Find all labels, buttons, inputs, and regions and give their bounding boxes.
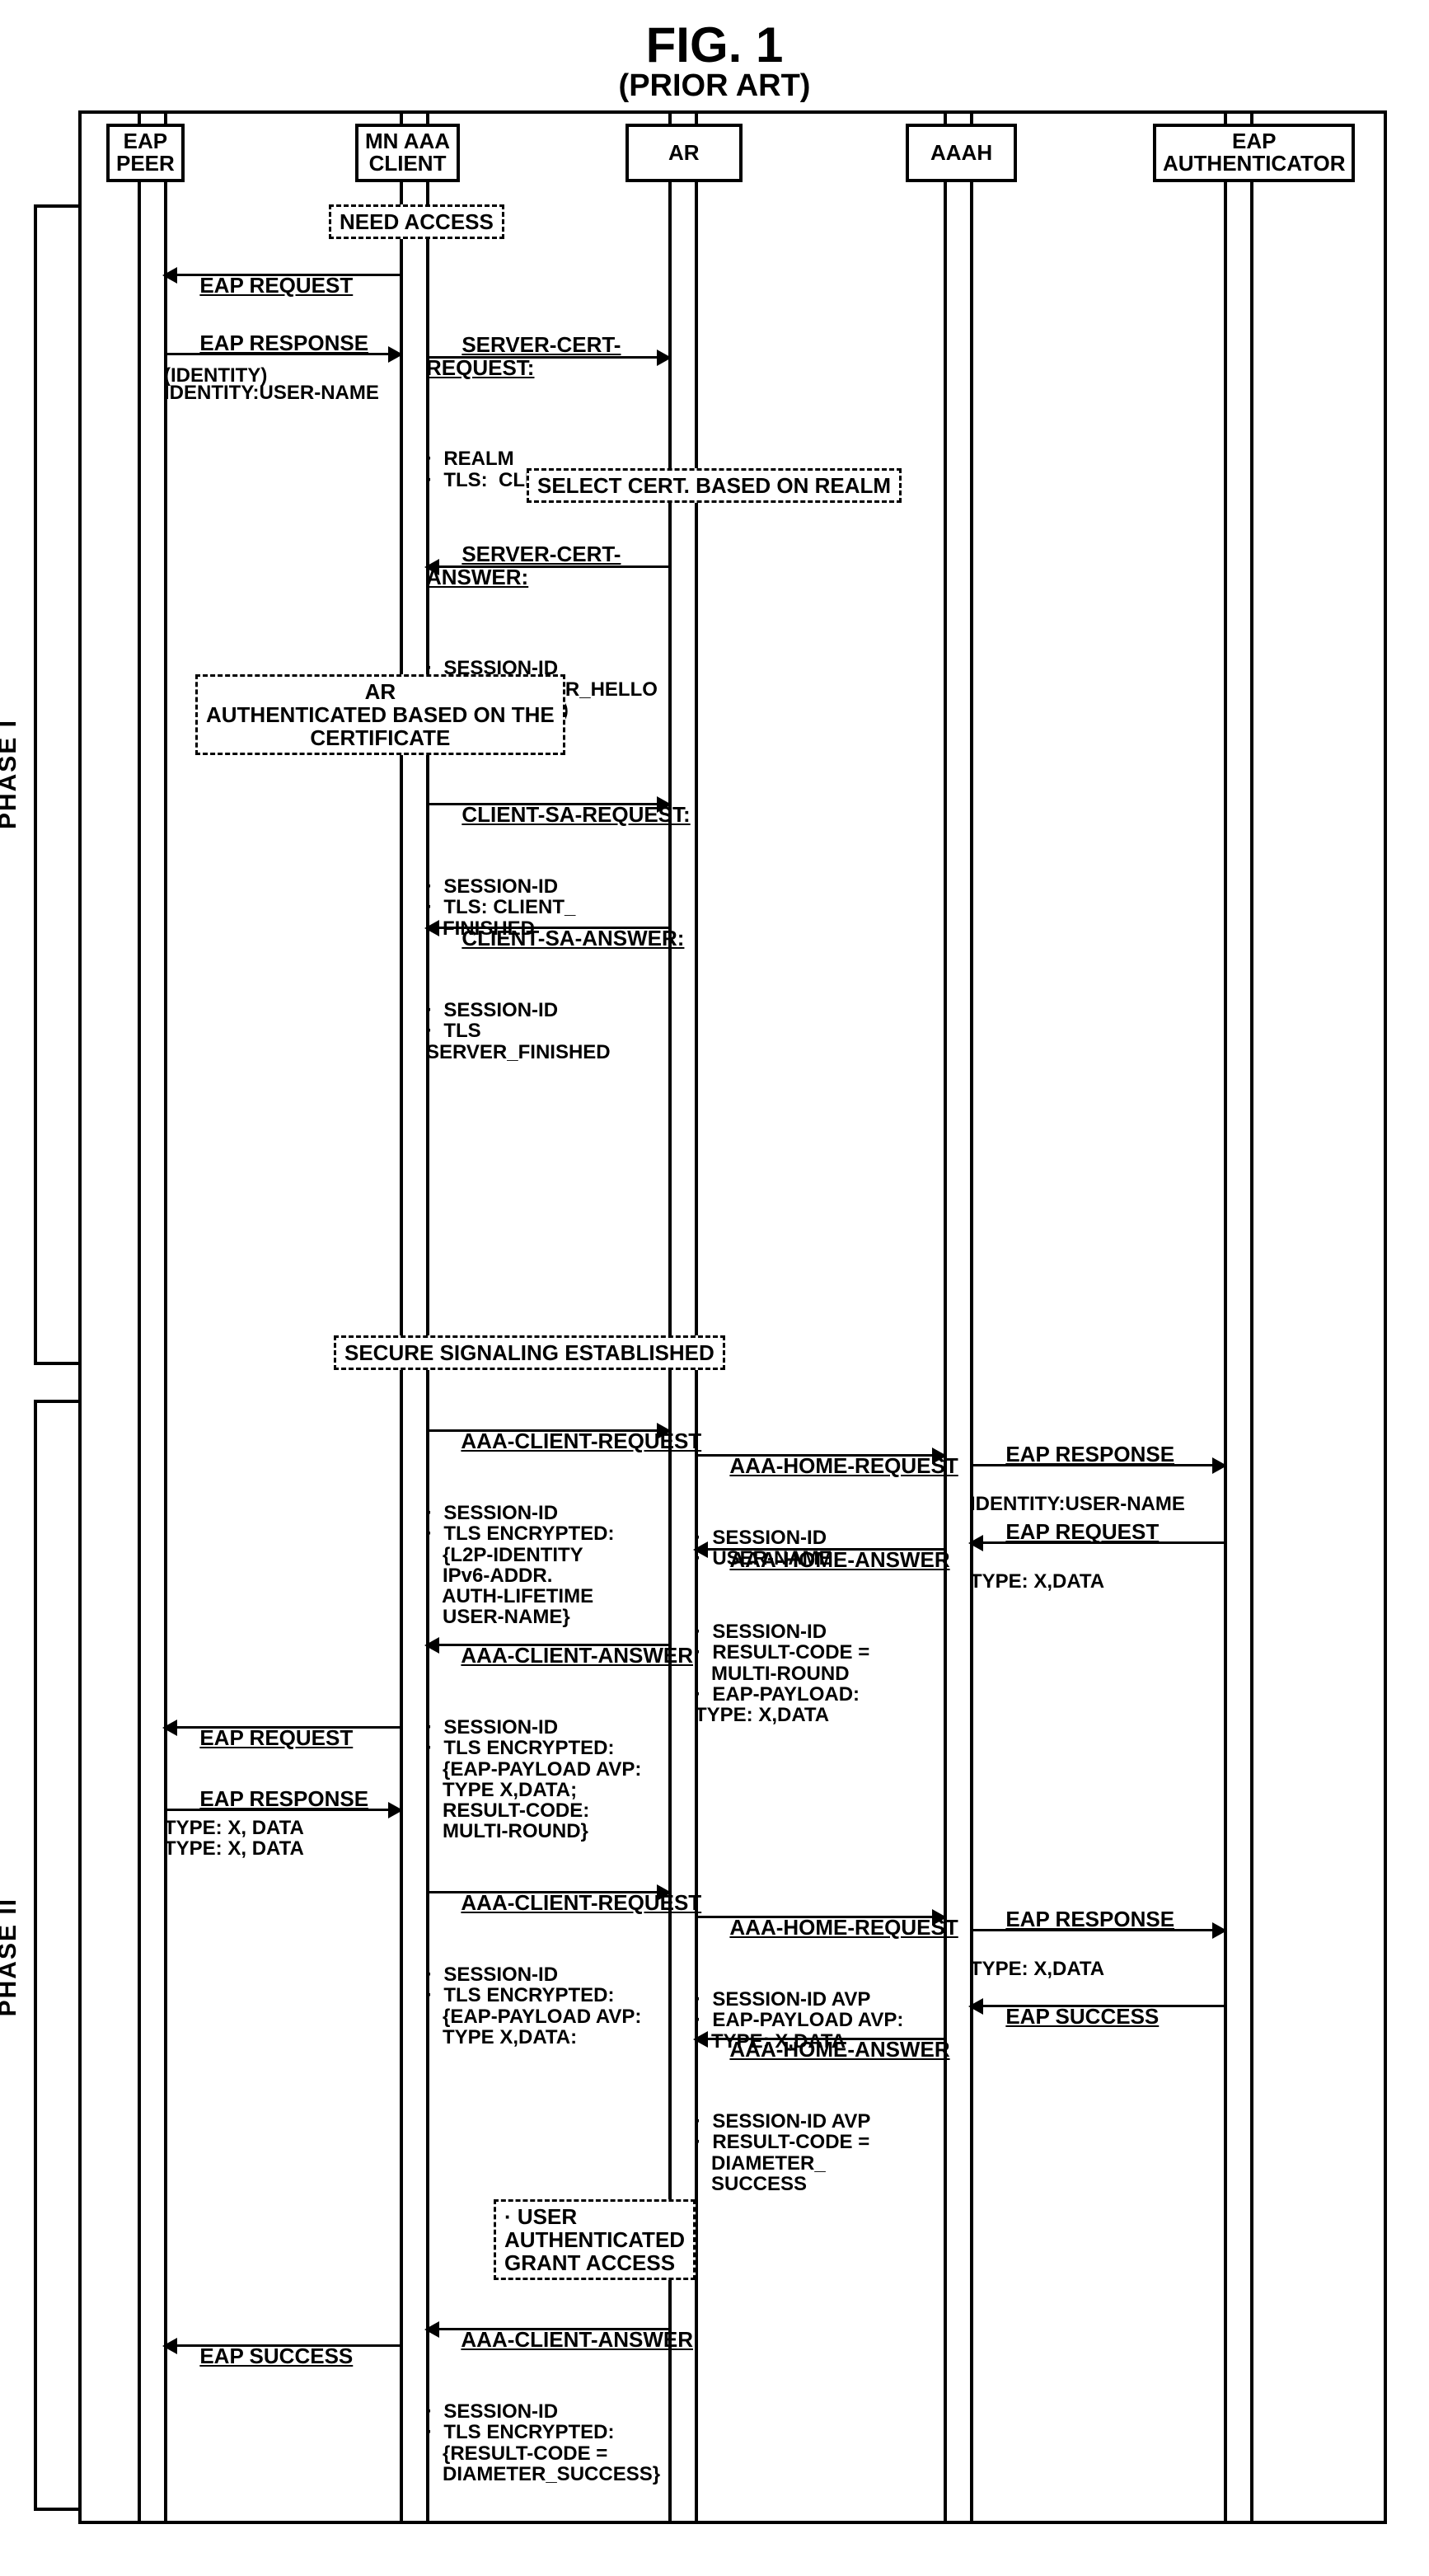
msg-eap-success-1: EAP SUCCESS <box>970 1983 1225 2073</box>
note-ar-authenticated: AR AUTHENTICATED BASED ON THE CERTIFICAT… <box>195 674 565 755</box>
note-user-authenticated: · USER AUTHENTICATED GRANT ACCESS <box>494 2199 696 2280</box>
phase-1-bracket: PHASE I <box>34 204 82 1365</box>
lifeline-mn-aaa-client <box>400 114 429 2521</box>
msg-eap-response-identity: EAP RESPONSE IDENTITY:USER-NAME <box>164 310 401 471</box>
phase-2-bracket: PHASE II <box>34 1400 82 2511</box>
msg-aaa-home-answer-2: AAA-HOME-ANSWER · SESSION-ID AVP · RESUL… <box>695 2016 945 2240</box>
actor-ar: AR <box>625 124 743 182</box>
msg-client-sa-answer: CLIENT-SA-ANSWER: · SESSION-ID · TLS SER… <box>426 905 670 1107</box>
figure-title: FIG. 1 <box>30 16 1399 73</box>
phase-2-label: PHASE II <box>0 1898 22 2016</box>
msg-aaa-client-request-2: AAA-CLIENT-REQUEST · SESSION-ID · TLS EN… <box>426 1870 670 2093</box>
phase-1-label: PHASE I <box>0 719 22 829</box>
sequence-diagram: PHASE I PHASE II EAP PEER MN AAA CLIENT … <box>78 110 1387 2524</box>
figure-subtitle: (PRIOR ART) <box>30 68 1399 104</box>
lifeline-aaah <box>944 114 973 2521</box>
lifeline-eap-authenticator <box>1224 114 1253 2521</box>
msg-eap-response-type-2: EAP RESPONSE TYPE: X, DATA <box>164 1766 401 1926</box>
actor-aaah: AAAH <box>906 124 1017 182</box>
msg-aaa-client-answer-2: AAA-CLIENT-ANSWER · SESSION-ID · TLS ENC… <box>426 2306 670 2530</box>
msg-eap-success-2: EAP SUCCESS <box>164 2323 401 2413</box>
actor-mn-aaa-client: MN AAA CLIENT <box>355 124 460 182</box>
lifeline-eap-peer <box>138 114 167 2521</box>
note-select-cert: SELECT CERT. BASED ON REALM <box>527 468 902 503</box>
note-secure-signaling: SECURE SIGNALING ESTABLISHED <box>334 1335 725 1370</box>
actor-eap-authenticator: EAP AUTHENTICATOR <box>1153 124 1355 182</box>
msg-eap-request-type-1: EAP REQUEST TYPE: X,DATA <box>970 1499 1225 1659</box>
msg-aaa-home-answer-1: AAA-HOME-ANSWER · SESSION-ID · RESULT-CO… <box>695 1527 945 1771</box>
msg-aaa-client-answer-1: AAA-CLIENT-ANSWER · SESSION-ID · TLS ENC… <box>426 1622 670 1887</box>
actor-eap-peer: EAP PEER <box>106 124 185 182</box>
note-need-access: NEED ACCESS <box>329 204 504 239</box>
